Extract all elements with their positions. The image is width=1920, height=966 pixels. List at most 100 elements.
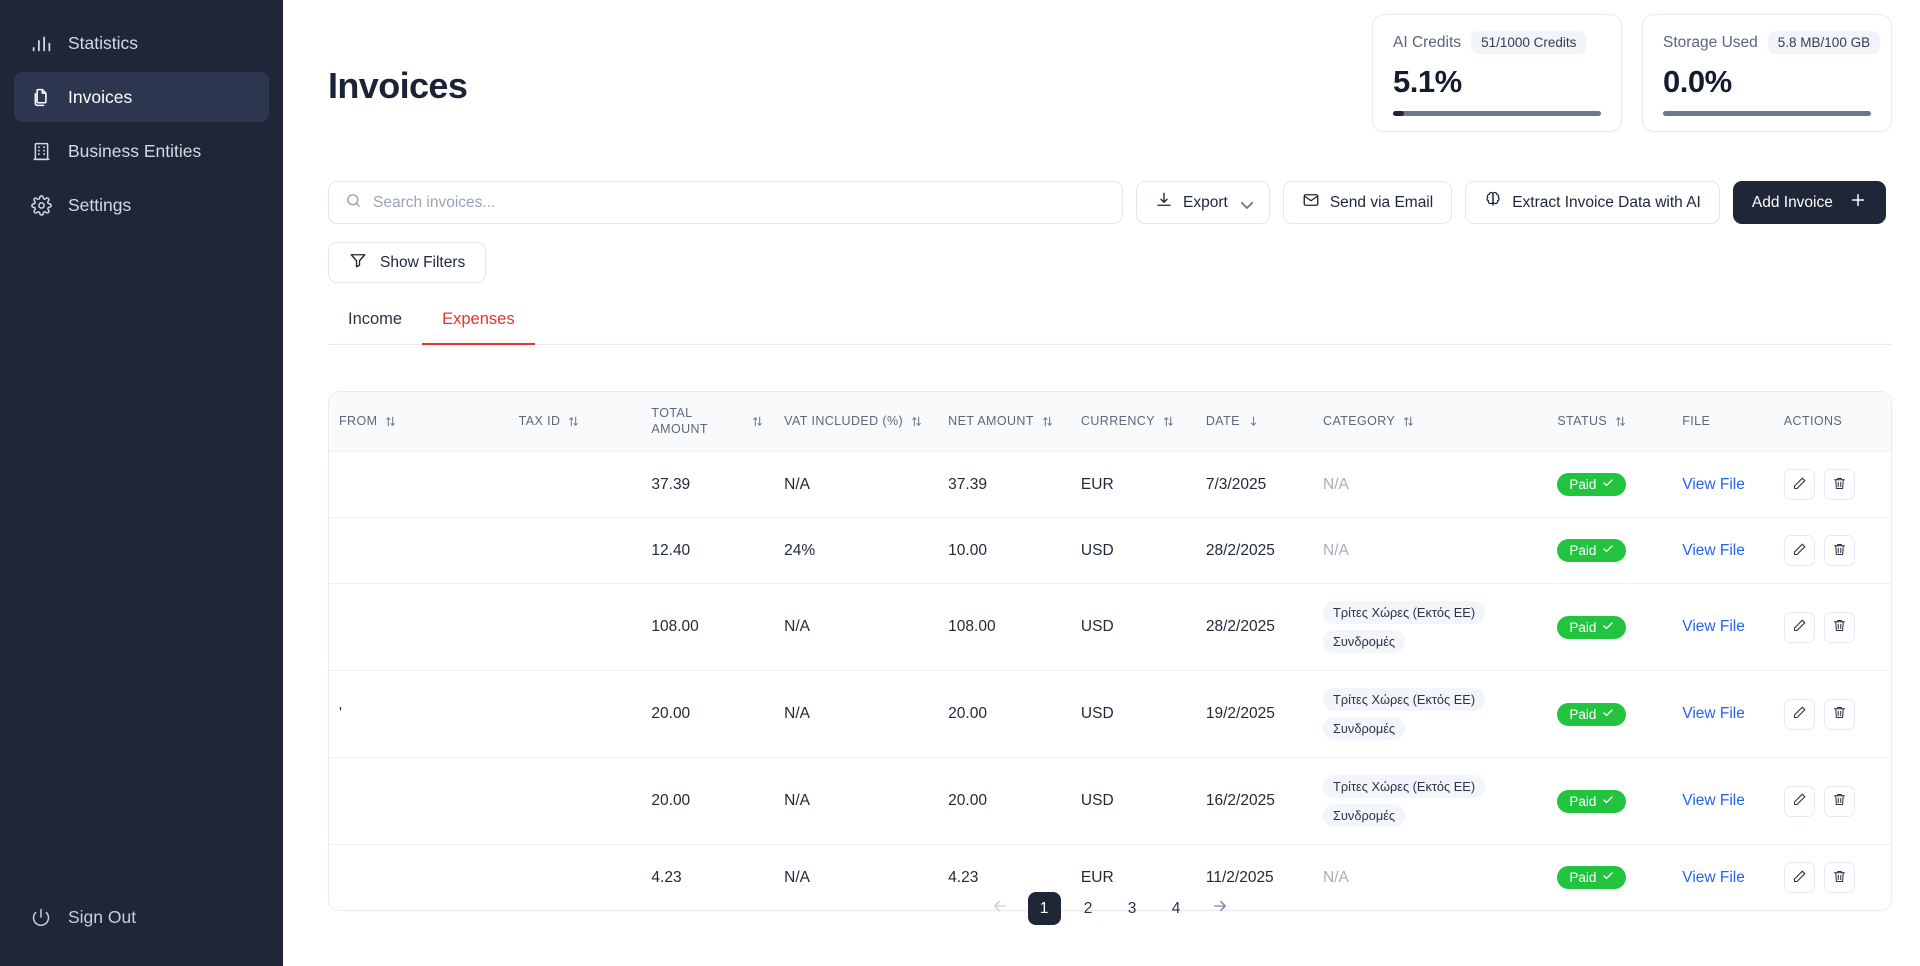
cell-currency: EUR xyxy=(1070,451,1196,518)
plus-icon xyxy=(1849,191,1867,214)
cell-currency: USD xyxy=(1070,517,1196,584)
col-category[interactable]: CATEGORY xyxy=(1313,392,1547,452)
pagination-page-3[interactable]: 3 xyxy=(1116,892,1149,925)
ai-credits-progress-fill xyxy=(1393,111,1404,116)
sidebar-item-business-entities[interactable]: Business Entities xyxy=(14,126,269,176)
delete-row-button[interactable] xyxy=(1823,469,1855,501)
brain-icon xyxy=(1484,191,1502,214)
tabs: Income Expenses xyxy=(328,310,1892,345)
col-status[interactable]: STATUS xyxy=(1547,392,1672,452)
table-row[interactable]: 12.40 24% 10.00 USD 28/2/2025 N/A Paid View Fil… xyxy=(329,517,1891,584)
cell-net-amount: 10.00 xyxy=(938,517,1071,584)
delete-row-button[interactable] xyxy=(1823,862,1855,894)
cell-total-amount: 20.00 xyxy=(641,670,775,758)
table-row[interactable]: 37.39 N/A 37.39 EUR 7/3/2025 N/A Paid View File xyxy=(329,451,1891,518)
edit-row-button[interactable] xyxy=(1783,535,1815,567)
category-na: N/A xyxy=(1323,868,1349,886)
cell-total-amount: 37.39 xyxy=(641,451,775,518)
search-input[interactable] xyxy=(373,193,1106,212)
delete-row-button[interactable] xyxy=(1823,611,1855,643)
page-title: Invoices xyxy=(328,65,468,106)
status-badge: Paid xyxy=(1557,615,1627,639)
filters-row: Show Filters xyxy=(328,242,487,283)
arrow-left-icon xyxy=(991,897,1009,920)
trash-icon xyxy=(1832,705,1847,723)
sign-out-button[interactable]: Sign Out xyxy=(0,892,283,942)
pagination-prev-button[interactable] xyxy=(984,892,1017,925)
col-date[interactable]: DATE xyxy=(1196,392,1313,452)
tab-income[interactable]: Income xyxy=(328,310,422,344)
edit-row-button[interactable] xyxy=(1783,785,1815,817)
col-tax-id[interactable]: TAX ID xyxy=(509,392,642,452)
col-currency[interactable]: CURRENCY xyxy=(1071,392,1196,452)
cell-vat-included: N/A xyxy=(774,583,939,671)
invoices-table: FROM TAX ID TOTAL AMOUNT VAT INCLUDED (%… xyxy=(329,392,1891,911)
category-badge: Συνδρομές xyxy=(1323,630,1406,654)
search-box[interactable] xyxy=(328,181,1123,224)
export-button[interactable]: Export xyxy=(1136,181,1270,224)
pagination-page-4[interactable]: 4 xyxy=(1160,892,1193,925)
cell-from xyxy=(329,583,509,671)
cell-actions xyxy=(1773,451,1891,518)
edit-row-button[interactable] xyxy=(1783,469,1815,501)
delete-row-button[interactable] xyxy=(1823,785,1855,817)
table-row[interactable]: ' 20.00 N/A 20.00 USD 19/2/2025 Τρίτες Χώρες (… xyxy=(329,670,1891,758)
send-via-email-button[interactable]: Send via Email xyxy=(1282,181,1453,224)
sidebar-item-settings[interactable]: Settings xyxy=(14,180,269,230)
storage-used-label: Storage Used xyxy=(1663,33,1758,51)
delete-row-button[interactable] xyxy=(1823,698,1855,730)
view-file-link[interactable]: View File xyxy=(1682,705,1745,722)
pagination-page-1[interactable]: 1 xyxy=(1027,892,1061,925)
status-badge: Paid xyxy=(1557,539,1627,563)
status-badge: Paid xyxy=(1557,702,1627,726)
trash-icon xyxy=(1832,618,1847,636)
col-total-amount[interactable]: TOTAL AMOUNT xyxy=(641,392,774,452)
cell-file: View File xyxy=(1672,451,1774,518)
sidebar-item-statistics[interactable]: Statistics xyxy=(14,18,269,68)
table-row[interactable]: 20.00 N/A 20.00 USD 16/2/2025 Τρίτες Χώρες (Ε… xyxy=(329,757,1891,845)
col-actions: ACTIONS xyxy=(1783,413,1843,428)
cell-category: Τρίτες Χώρες (Εκτός ΕΕ) Συνδρομές xyxy=(1313,670,1548,758)
ai-credits-header: AI Credits 51/1000 Credits xyxy=(1393,31,1601,54)
pagination-page-2[interactable]: 2 xyxy=(1072,892,1105,925)
pagination-next-button[interactable] xyxy=(1204,892,1237,925)
cell-vat-included: N/A xyxy=(774,451,939,518)
cell-from xyxy=(329,451,509,518)
check-icon xyxy=(1602,794,1614,809)
delete-row-button[interactable] xyxy=(1823,535,1855,567)
cell-from xyxy=(329,757,509,845)
cell-file: View File xyxy=(1672,670,1774,758)
category-badge: Τρίτες Χώρες (Εκτός ΕΕ) xyxy=(1323,601,1486,625)
col-from[interactable]: FROM xyxy=(329,392,509,452)
extract-invoice-data-button[interactable]: Extract Invoice Data with AI xyxy=(1465,181,1720,224)
pencil-icon xyxy=(1792,476,1807,494)
cell-total-amount: 108.00 xyxy=(641,583,775,671)
main-content: AI Credits 51/1000 Credits 5.1% Storage … xyxy=(283,0,1920,966)
ai-credits-value: 5.1% xyxy=(1393,64,1462,99)
cell-total-amount: 12.40 xyxy=(641,517,775,584)
status-badge: Paid xyxy=(1557,866,1627,890)
cell-net-amount: 20.00 xyxy=(938,670,1071,758)
documents-icon xyxy=(30,86,52,108)
edit-row-button[interactable] xyxy=(1783,698,1815,730)
cell-file: View File xyxy=(1672,517,1774,584)
cell-currency: USD xyxy=(1070,670,1196,758)
cell-status: Paid xyxy=(1547,451,1673,518)
table-row[interactable]: 108.00 N/A 108.00 USD 28/2/2025 Τρίτες Χώρες … xyxy=(329,583,1891,671)
edit-row-button[interactable] xyxy=(1783,611,1815,643)
add-invoice-button[interactable]: Add Invoice xyxy=(1732,181,1886,224)
view-file-link[interactable]: View File xyxy=(1682,618,1745,635)
sidebar-item-invoices[interactable]: Invoices xyxy=(14,72,269,122)
show-filters-button[interactable]: Show Filters xyxy=(328,242,487,283)
view-file-link[interactable]: View File xyxy=(1682,542,1745,559)
edit-row-button[interactable] xyxy=(1783,862,1815,894)
col-vat-included[interactable]: VAT INCLUDED (%) xyxy=(774,392,938,452)
col-file: FILE xyxy=(1682,413,1711,428)
view-file-link[interactable]: View File xyxy=(1682,476,1745,493)
cell-actions xyxy=(1773,670,1891,758)
col-net-amount[interactable]: NET AMOUNT xyxy=(938,392,1071,452)
view-file-link[interactable]: View File xyxy=(1682,792,1745,809)
tab-expenses[interactable]: Expenses xyxy=(422,310,536,345)
search-icon xyxy=(345,192,362,214)
view-file-link[interactable]: View File xyxy=(1682,869,1745,886)
